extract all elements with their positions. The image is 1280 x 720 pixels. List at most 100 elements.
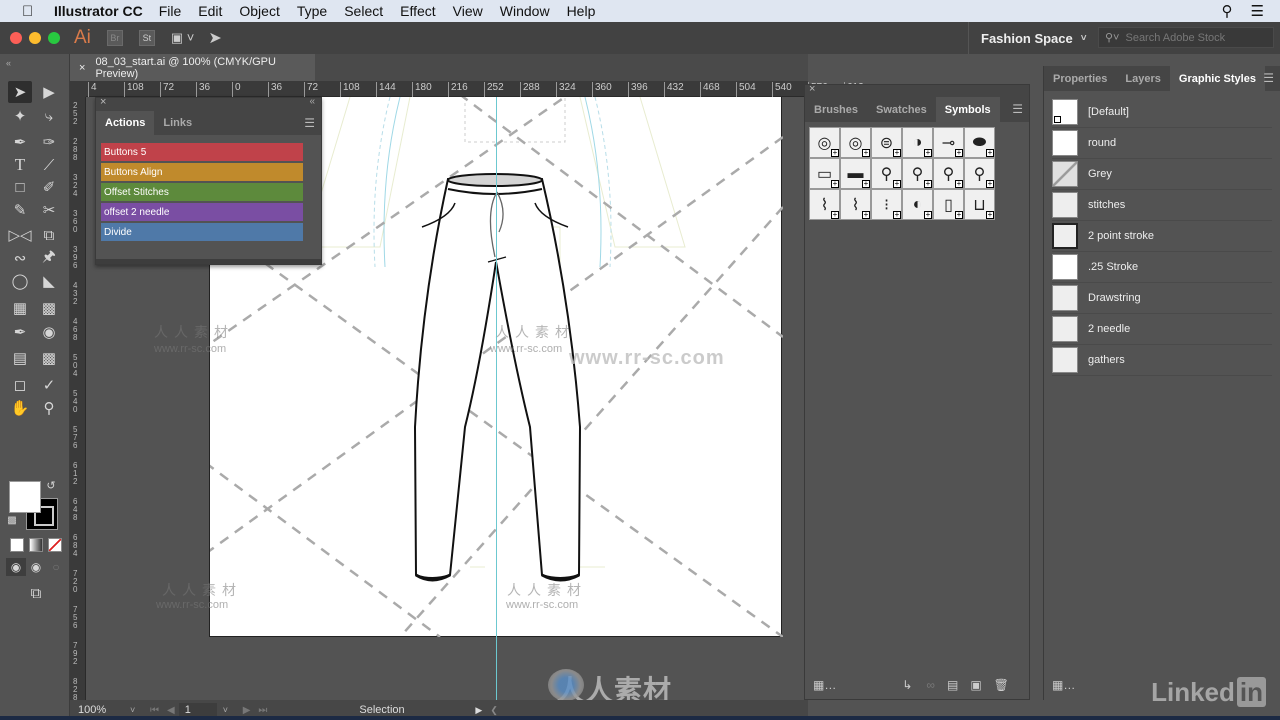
- document-tab[interactable]: × 08_03_start.ai @ 100% (CMYK/GPU Previe…: [70, 54, 315, 81]
- apple-icon[interactable]: : [22, 3, 40, 20]
- symbol-libraries-icon[interactable]: ▦…: [813, 678, 836, 692]
- none-mode-icon[interactable]: [48, 538, 62, 552]
- direct-selection-tool-icon[interactable]: ▶: [37, 81, 61, 103]
- ruler-origin[interactable]: [70, 81, 86, 97]
- stock-search-input[interactable]: ⚲˅ Search Adobe Stock: [1098, 27, 1274, 48]
- symbol-drawcord-3[interactable]: ⁝ +: [871, 189, 902, 220]
- live-paint-bucket-icon[interactable]: ◣: [37, 270, 61, 292]
- action-item[interactable]: Offset Stitches: [101, 183, 303, 201]
- panel-menu-icon[interactable]: ☰: [304, 116, 315, 130]
- column-graph-tool-icon[interactable]: ▩: [37, 347, 61, 369]
- swap-fill-stroke-icon[interactable]: ↺: [44, 478, 58, 492]
- symbol-zipper-tape[interactable]: ▬ +: [840, 158, 871, 189]
- scroll-left-icon[interactable]: ❮: [490, 705, 498, 716]
- hand-tool-icon[interactable]: ✋: [8, 397, 32, 419]
- menu-type[interactable]: Type: [297, 3, 327, 19]
- close-tab-icon[interactable]: ×: [79, 62, 85, 74]
- pencil-tool-icon[interactable]: ✎: [8, 199, 32, 221]
- symbol-zipper-pull-3[interactable]: ⚲ +: [933, 158, 964, 189]
- symbol-button-shank[interactable]: ◑ +: [902, 127, 933, 158]
- panel-collapse-icon[interactable]: «: [6, 58, 11, 68]
- vertical-guide[interactable]: [496, 97, 497, 700]
- puppet-warp-tool-icon[interactable]: 🖈: [37, 247, 61, 269]
- symbol-zipper-pull-1[interactable]: ⚲ +: [871, 158, 902, 189]
- stock-button[interactable]: St: [138, 30, 155, 46]
- tab-swatches[interactable]: Swatches: [867, 97, 936, 122]
- symbol-button-ring[interactable]: ◎ +: [840, 127, 871, 158]
- shape-builder-tool-icon[interactable]: ◯: [8, 270, 32, 292]
- mesh-tool-icon[interactable]: ▦: [8, 297, 32, 319]
- panel-menu-icon[interactable]: ☰: [1012, 102, 1023, 116]
- blend-tool-icon[interactable]: ◉: [37, 321, 61, 343]
- scissors-tool-icon[interactable]: ✂: [37, 199, 61, 221]
- rectangle-tool-icon[interactable]: □: [8, 176, 32, 198]
- fill-swatch[interactable]: [9, 481, 41, 513]
- tab-links[interactable]: Links: [154, 111, 201, 135]
- tab-graphic-styles[interactable]: Graphic Styles: [1169, 66, 1265, 91]
- zoom-window-button[interactable]: [48, 32, 60, 44]
- default-fill-stroke-icon[interactable]: ▩: [6, 514, 18, 526]
- notification-list-icon[interactable]: ☰: [1251, 2, 1264, 20]
- graphic-style-default[interactable]: [Default]: [1052, 97, 1272, 128]
- close-panel-icon[interactable]: ×: [809, 83, 815, 95]
- first-artboard-icon[interactable]: ⏮: [150, 705, 159, 716]
- pen-tool-icon[interactable]: ✒: [8, 131, 32, 153]
- new-symbol-icon[interactable]: ▣: [970, 678, 981, 692]
- scale-tool-icon[interactable]: ⧉: [37, 224, 61, 246]
- gpu-performance-icon[interactable]: ➤: [208, 28, 221, 48]
- symbol-sprayer-tool-icon[interactable]: ▤: [8, 347, 32, 369]
- last-artboard-icon[interactable]: ⏭: [258, 705, 267, 716]
- symbol-button-toggle[interactable]: ⊸ +: [933, 127, 964, 158]
- symbol-patch-pocket[interactable]: ⊔ +: [964, 189, 995, 220]
- reflect-tool-icon[interactable]: ▷◁: [8, 224, 32, 246]
- action-item[interactable]: offset 2 needle: [101, 203, 303, 221]
- graphic-style-libraries-icon[interactable]: ▦…: [1052, 678, 1075, 692]
- close-window-button[interactable]: [10, 32, 22, 44]
- tab-actions[interactable]: Actions: [96, 111, 155, 135]
- graphic-style-25-stroke[interactable]: .25 Stroke: [1052, 252, 1272, 283]
- color-mode-icon[interactable]: [10, 538, 24, 552]
- artboard-dropdown-icon[interactable]: ˅: [223, 705, 239, 715]
- graphic-style-gathers[interactable]: gathers: [1052, 345, 1272, 376]
- tab-symbols[interactable]: Symbols: [935, 97, 1000, 122]
- action-item[interactable]: Buttons 5: [101, 143, 303, 161]
- eyedropper-tool-icon[interactable]: ✒: [8, 321, 32, 343]
- symbol-button-2hole[interactable]: ⊜ +: [871, 127, 902, 158]
- panel-menu-icon[interactable]: ☰: [1263, 71, 1274, 85]
- tab-brushes[interactable]: Brushes: [805, 97, 867, 122]
- break-link-icon[interactable]: ∞: [926, 678, 935, 692]
- menu-window[interactable]: Window: [500, 3, 550, 19]
- graphic-style-2-point-stroke[interactable]: 2 point stroke: [1052, 221, 1272, 252]
- collapse-panel-icon[interactable]: «: [309, 96, 315, 107]
- symbol-cord-stopper[interactable]: ◐ +: [902, 189, 933, 220]
- symbol-drawcord-2[interactable]: ⌇ +: [840, 189, 871, 220]
- action-item[interactable]: Buttons Align: [101, 163, 303, 181]
- graphic-style-drawstring[interactable]: Drawstring: [1052, 283, 1272, 314]
- gradient-mode-icon[interactable]: [29, 538, 43, 552]
- menu-file[interactable]: File: [159, 3, 182, 19]
- menu-view[interactable]: View: [453, 3, 483, 19]
- symbol-button-4hole[interactable]: ◎ +: [809, 127, 840, 158]
- menu-object[interactable]: Object: [239, 3, 279, 19]
- place-symbol-icon[interactable]: ↳: [902, 678, 912, 692]
- draw-normal-icon[interactable]: ◉: [6, 558, 26, 576]
- symbol-toggle-cord[interactable]: ⬬ +: [964, 127, 995, 158]
- artboard-tool-icon[interactable]: ◻: [8, 374, 32, 396]
- close-panel-icon[interactable]: ×: [100, 96, 106, 108]
- paintbrush-tool-icon[interactable]: ✐: [37, 176, 61, 198]
- symbol-drawcord-1[interactable]: ⌇ +: [809, 189, 840, 220]
- lasso-tool-icon[interactable]: ⤷: [37, 105, 61, 127]
- menu-help[interactable]: Help: [567, 3, 596, 19]
- slice-tool-icon[interactable]: ✓: [37, 374, 61, 396]
- menu-app-name[interactable]: Illustrator CC: [54, 3, 143, 19]
- draw-behind-icon[interactable]: ◉: [26, 558, 46, 576]
- gradient-tool-icon[interactable]: ▩: [37, 297, 61, 319]
- menu-effect[interactable]: Effect: [400, 3, 436, 19]
- next-artboard-icon[interactable]: ▶: [243, 705, 251, 716]
- type-tool-icon[interactable]: T: [8, 154, 32, 176]
- graphic-style-grey[interactable]: Grey: [1052, 159, 1272, 190]
- curvature-tool-icon[interactable]: ✑: [37, 131, 61, 153]
- draw-inside-icon[interactable]: ○: [46, 558, 66, 576]
- selection-tool-icon[interactable]: ➤: [8, 81, 32, 103]
- zoom-level-field[interactable]: 100%: [70, 704, 130, 716]
